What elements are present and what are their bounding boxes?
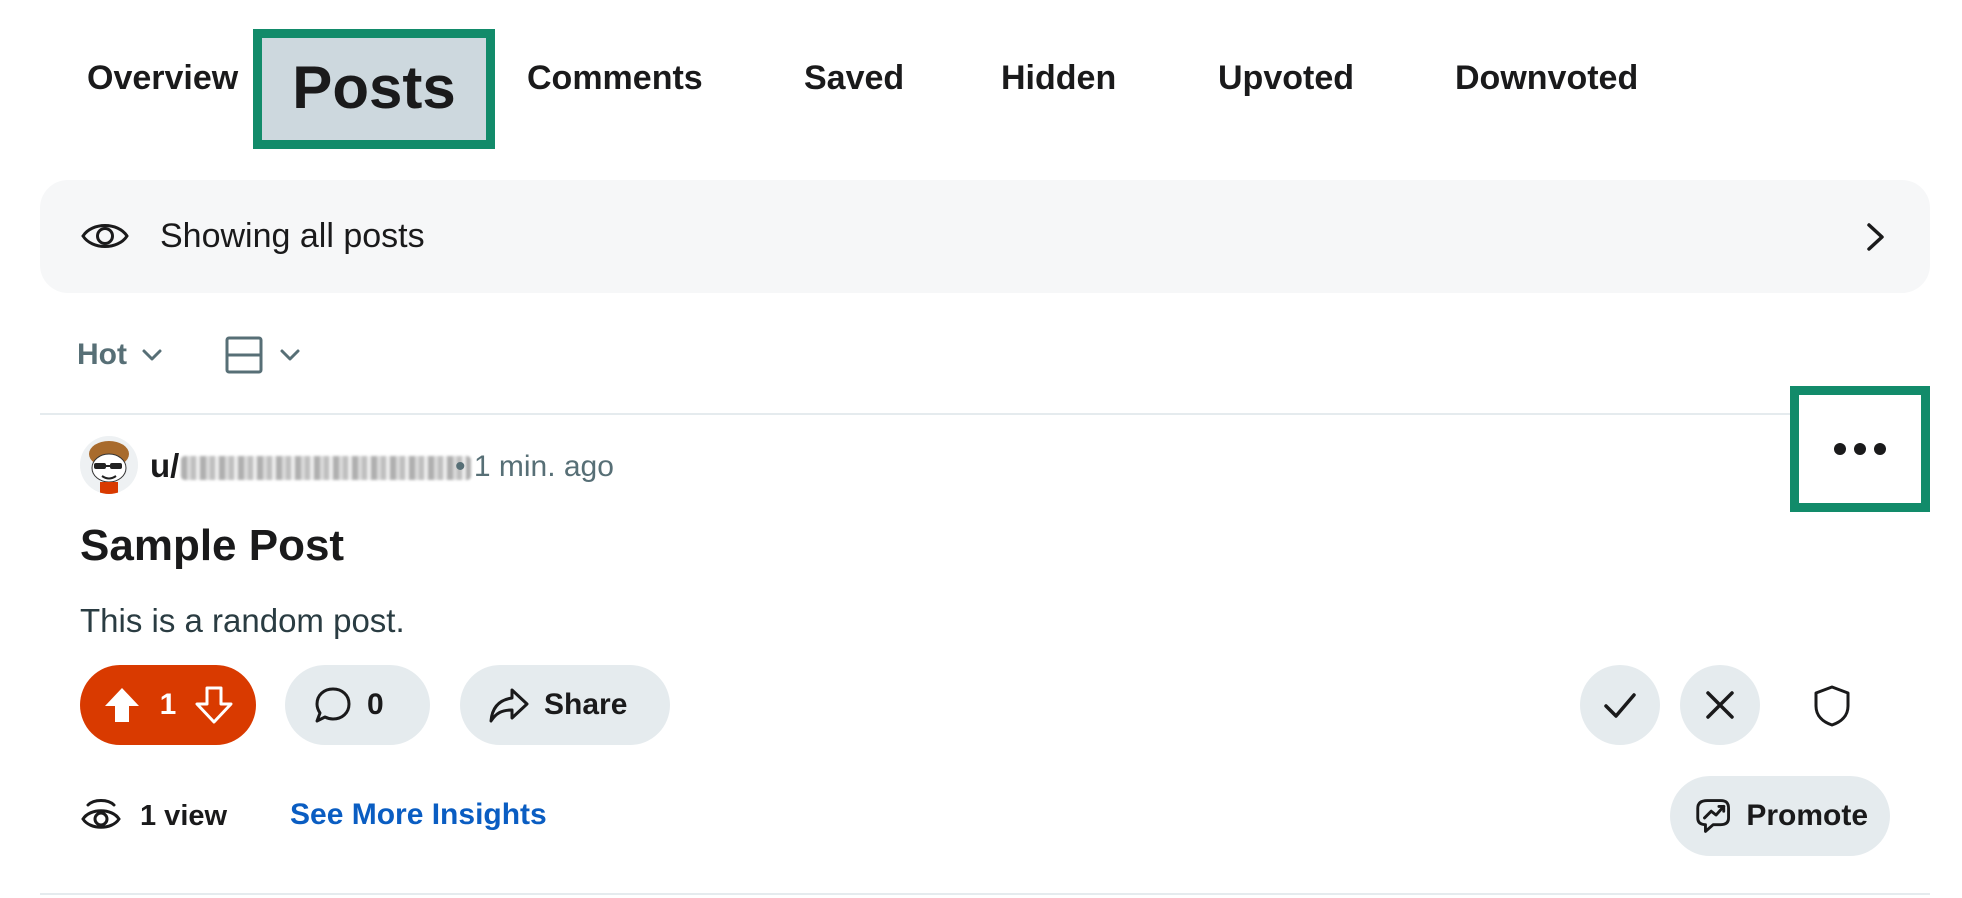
downvote-button[interactable] xyxy=(192,683,236,727)
promote-button[interactable]: Promote xyxy=(1670,776,1890,856)
view-dropdown[interactable] xyxy=(225,334,303,376)
comment-icon xyxy=(315,687,351,723)
views-icon xyxy=(81,799,121,829)
share-button[interactable]: Share xyxy=(460,665,670,745)
post-visibility-filter[interactable]: Showing all posts xyxy=(40,180,1930,293)
upvote-icon xyxy=(105,688,139,722)
divider xyxy=(40,893,1930,895)
post-title[interactable]: Sample Post xyxy=(80,518,344,574)
upvote-button[interactable] xyxy=(100,683,144,727)
approve-button[interactable] xyxy=(1580,665,1660,745)
vote-control: 1 xyxy=(80,665,256,745)
remove-button[interactable] xyxy=(1680,665,1760,745)
tab-hidden[interactable]: Hidden xyxy=(1001,58,1116,98)
vote-count: 1 xyxy=(159,688,177,721)
snoo-avatar-icon xyxy=(80,436,138,494)
mod-shield-button[interactable] xyxy=(1808,682,1856,730)
comments-button[interactable]: 0 xyxy=(285,665,430,745)
avatar[interactable] xyxy=(80,436,138,494)
post-author[interactable]: u/ xyxy=(150,446,472,486)
filter-label: Showing all posts xyxy=(160,217,425,255)
sort-label: Hot xyxy=(77,338,127,371)
comment-count: 0 xyxy=(367,688,384,721)
more-icon xyxy=(1834,443,1886,455)
eye-icon xyxy=(81,224,129,248)
layout-icon xyxy=(225,336,263,374)
chevron-right-icon xyxy=(1867,223,1884,251)
tab-overview[interactable]: Overview xyxy=(87,58,238,98)
post-body: This is a random post. xyxy=(80,602,405,639)
check-icon xyxy=(1604,693,1636,718)
view-count-label: 1 view xyxy=(140,800,228,832)
sort-dropdown[interactable]: Hot xyxy=(77,334,165,376)
share-icon xyxy=(489,688,529,723)
post-timestamp: • 1 min. ago xyxy=(455,450,614,483)
promote-label: Promote xyxy=(1746,799,1868,832)
profile-tabs: Overview Posts Comments Saved Hidden Upv… xyxy=(0,0,1962,150)
tab-comments[interactable]: Comments xyxy=(527,58,703,98)
promote-icon xyxy=(1696,799,1730,833)
see-more-insights-link[interactable]: See More Insights xyxy=(290,795,547,835)
chevron-down-icon xyxy=(142,349,162,361)
tab-upvoted[interactable]: Upvoted xyxy=(1218,58,1354,98)
shield-icon xyxy=(1814,685,1850,727)
view-count: 1 view xyxy=(80,795,227,837)
tab-saved[interactable]: Saved xyxy=(804,58,904,98)
author-prefix: u/ xyxy=(150,447,180,484)
tab-posts[interactable]: Posts xyxy=(253,29,495,149)
divider xyxy=(40,413,1930,415)
chevron-down-icon xyxy=(280,349,300,361)
redacted-username xyxy=(181,456,472,481)
more-options-button[interactable] xyxy=(1790,386,1930,512)
share-label: Share xyxy=(544,688,628,721)
close-icon xyxy=(1706,691,1734,719)
tab-downvoted[interactable]: Downvoted xyxy=(1455,58,1638,98)
downvote-icon xyxy=(195,686,233,724)
